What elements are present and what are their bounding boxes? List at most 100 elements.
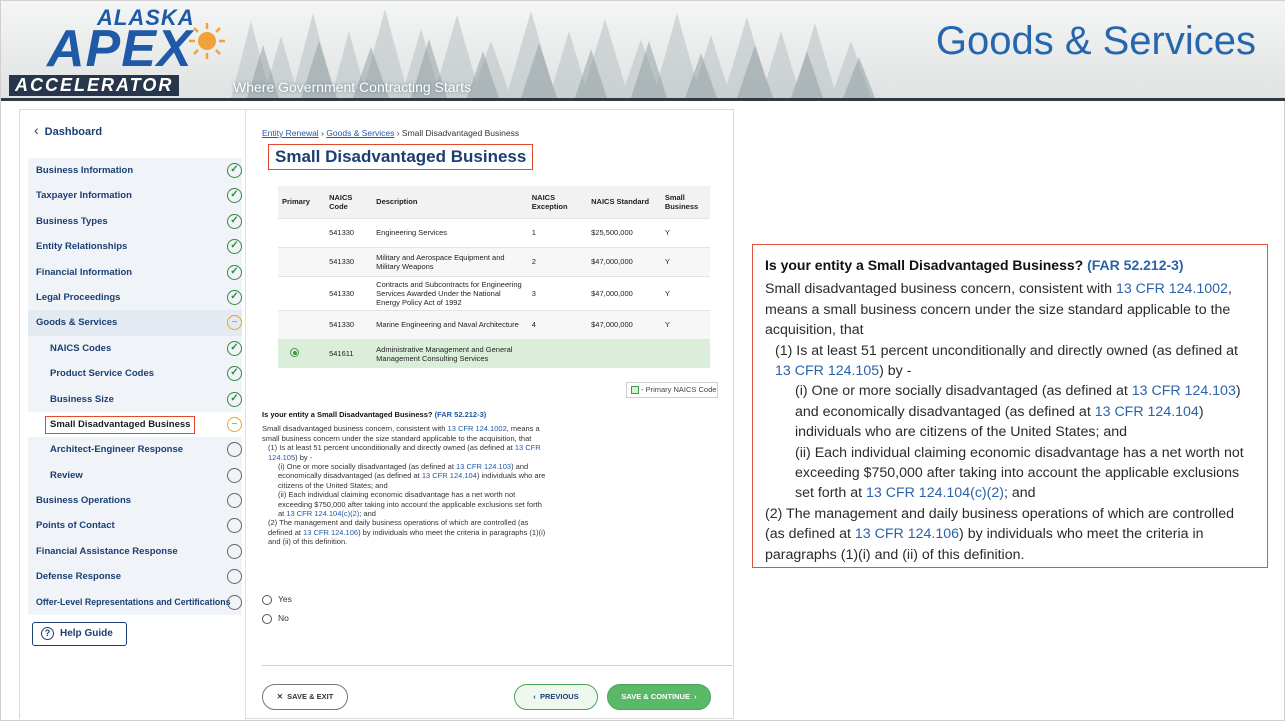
far-reference-link[interactable]: (FAR 52.212-3) xyxy=(435,410,487,419)
primary-cell xyxy=(278,246,326,276)
close-icon: ✕ xyxy=(276,692,283,701)
breadcrumb-separator: › xyxy=(396,128,400,138)
check-circle-icon: ✓ xyxy=(227,366,242,382)
question-heading-text: Is your entity a Small Disadvantaged Bus… xyxy=(262,410,433,419)
cfr-link[interactable]: 13 CFR 124.104 xyxy=(422,471,477,480)
minus-circle-icon: – xyxy=(227,416,242,432)
chevron-right-icon: › xyxy=(694,692,697,701)
help-guide-button[interactable]: ? Help Guide xyxy=(32,622,127,646)
cfr-link[interactable]: 13 CFR 124.104 xyxy=(1095,404,1199,420)
small-business-cell: Y xyxy=(660,246,710,276)
sidebar-item-review[interactable]: Review xyxy=(28,463,242,488)
previous-button[interactable]: ‹ PREVIOUS xyxy=(514,684,598,710)
sidebar-item-small-disadvantaged-business[interactable]: Small Disadvantaged Business – xyxy=(28,411,242,438)
page-title: Small Disadvantaged Business xyxy=(268,144,534,170)
callout-heading-text: Is your entity a Small Disadvantaged Bus… xyxy=(765,257,1084,273)
sidebar-item-goods-services[interactable]: Goods & Services – xyxy=(28,310,242,336)
callout-paragraph: Small disadvantaged business concern, co… xyxy=(765,279,1255,340)
legend-label: - Primary NAICS Code xyxy=(641,385,717,394)
definition-paragraph: (i) One or more socially disadvantaged (… xyxy=(262,462,547,490)
table-row[interactable]: 541330 Engineering Services 1 $25,500,00… xyxy=(278,217,710,247)
sidebar-item-points-of-contact[interactable]: Points of Contact xyxy=(28,513,242,538)
cfr-link[interactable]: 13 CFR 124.1002 xyxy=(1116,281,1228,297)
callout-paragraph: (2) The management and daily business op… xyxy=(765,504,1255,565)
description-cell: Military and Aerospace Equipment and Mil… xyxy=(372,246,528,276)
table-row[interactable]: 541330 Contracts and Subcontracts for En… xyxy=(278,275,710,310)
option-no[interactable]: No xyxy=(262,613,289,624)
sidebar-item-entity-relationships[interactable]: Entity Relationships ✓ xyxy=(28,234,242,259)
breadcrumb-link-goods-services[interactable]: Goods & Services xyxy=(326,128,394,138)
description-cell: Contracts and Subcontracts for Engineeri… xyxy=(372,275,528,310)
sidebar-item-label: Product Service Codes xyxy=(50,368,155,380)
cfr-link[interactable]: 13 CFR 124.103 xyxy=(456,462,511,471)
naics-code-cell: 541611 xyxy=(325,338,373,368)
callout-text: Small disadvantaged business concern, co… xyxy=(765,281,1116,298)
far-reference-link[interactable]: (FAR 52.212-3) xyxy=(1087,257,1183,273)
chevron-left-icon: ‹ xyxy=(34,122,39,138)
table-row[interactable]: 541330 Military and Aerospace Equipment … xyxy=(278,246,710,276)
standard-cell xyxy=(587,338,661,368)
check-circle-icon: ✓ xyxy=(227,391,242,407)
option-yes[interactable]: Yes xyxy=(262,594,292,605)
cfr-link[interactable]: 13 CFR 124.1002 xyxy=(448,424,507,433)
definition-paragraph: (2) The management and daily business op… xyxy=(262,518,547,546)
option-yes-label: Yes xyxy=(278,594,292,604)
option-no-label: No xyxy=(278,613,289,623)
sun-icon xyxy=(189,23,225,59)
banner: ALASKA APEX ACCELERATOR Where Government… xyxy=(1,1,1285,101)
sidebar-item-naics-codes[interactable]: NAICS Codes ✓ xyxy=(28,336,242,361)
sidebar-item-business-types[interactable]: Business Types ✓ xyxy=(28,209,242,234)
cfr-link[interactable]: 13 CFR 124.104(c)(2) xyxy=(866,485,1004,501)
tagline: Where Government Contracting Starts xyxy=(233,79,472,95)
column-header-primary: Primary xyxy=(278,186,326,218)
empty-circle-icon xyxy=(227,543,242,559)
primary-radio-selected[interactable] xyxy=(290,348,299,358)
apex-accelerator-logo: ALASKA APEX ACCELERATOR xyxy=(9,5,229,96)
sidebar-item-taxpayer-information[interactable]: Taxpayer Information ✓ xyxy=(28,183,242,208)
definition-text: ) by - xyxy=(295,452,313,462)
cfr-link[interactable]: 13 CFR 124.104(c)(2) xyxy=(286,509,359,518)
naics-code-cell: 541330 xyxy=(325,217,373,247)
breadcrumb-current: Small Disadvantaged Business xyxy=(401,128,520,138)
sidebar-item-business-size[interactable]: Business Size ✓ xyxy=(28,387,242,412)
callout-text: (1) Is at least 51 percent unconditional… xyxy=(775,342,1238,359)
sidebar-item-label: Legal Proceedings xyxy=(36,291,121,303)
sidebar-item-legal-proceedings[interactable]: Legal Proceedings ✓ xyxy=(28,285,242,310)
table-row-primary[interactable]: 541611 Administrative Management and Gen… xyxy=(278,338,710,368)
sidebar-item-financial-information[interactable]: Financial Information ✓ xyxy=(28,260,242,285)
cfr-link[interactable]: 13 CFR 124.103 xyxy=(1132,383,1236,399)
column-header-naics-standard: NAICS Standard xyxy=(587,186,661,218)
empty-circle-icon xyxy=(227,569,242,585)
naics-table: Primary NAICS Code Description NAICS Exc… xyxy=(278,186,710,368)
sidebar-item-defense-response[interactable]: Defense Response xyxy=(28,564,242,589)
breadcrumb-separator: › xyxy=(321,128,324,138)
check-circle-icon: ✓ xyxy=(227,188,242,204)
radio-icon xyxy=(262,613,272,624)
save-continue-button[interactable]: SAVE & CONTINUE › xyxy=(607,684,711,710)
table-row[interactable]: 541330 Marine Engineering and Naval Arch… xyxy=(278,309,710,339)
sidebar-item-business-information[interactable]: Business Information ✓ xyxy=(28,158,242,183)
breadcrumb: Entity Renewal › Goods & Services › Smal… xyxy=(262,128,519,138)
check-circle-icon: ✓ xyxy=(227,289,242,305)
standard-cell: $47,000,000 xyxy=(587,246,661,276)
previous-label: PREVIOUS xyxy=(539,692,579,701)
definition-callout: Is your entity a Small Disadvantaged Bus… xyxy=(752,244,1268,568)
sidebar-item-financial-assistance-response[interactable]: Financial Assistance Response xyxy=(28,539,242,564)
sidebar-item-architect-engineer-response[interactable]: Architect-Engineer Response xyxy=(28,437,242,462)
definition-paragraph: (1) Is at least 51 percent unconditional… xyxy=(262,443,547,462)
exception-cell: 4 xyxy=(527,309,588,339)
cfr-link[interactable]: 13 CFR 124.106 xyxy=(303,528,358,537)
sidebar-item-offer-level-reps-certs[interactable]: Offer-Level Representations and Certific… xyxy=(28,590,242,615)
question-heading: Is your entity a Small Disadvantaged Bus… xyxy=(262,410,547,419)
cfr-link[interactable]: 13 CFR 124.105 xyxy=(775,363,879,379)
callout-paragraph: (i) One or more socially disadvantaged (… xyxy=(765,381,1255,442)
sidebar-item-business-operations[interactable]: Business Operations xyxy=(28,488,242,513)
dashboard-link[interactable]: ‹ Dashboard xyxy=(34,122,102,138)
empty-circle-icon xyxy=(227,594,242,610)
callout-paragraph: (ii) Each individual claiming economic d… xyxy=(765,443,1255,504)
save-exit-button[interactable]: ✕ SAVE & EXIT xyxy=(262,684,348,710)
cfr-link[interactable]: 13 CFR 124.106 xyxy=(855,526,959,542)
breadcrumb-link-entity-renewal[interactable]: Entity Renewal xyxy=(262,128,319,138)
sidebar-item-product-service-codes[interactable]: Product Service Codes ✓ xyxy=(28,361,242,386)
exception-cell xyxy=(527,338,588,368)
